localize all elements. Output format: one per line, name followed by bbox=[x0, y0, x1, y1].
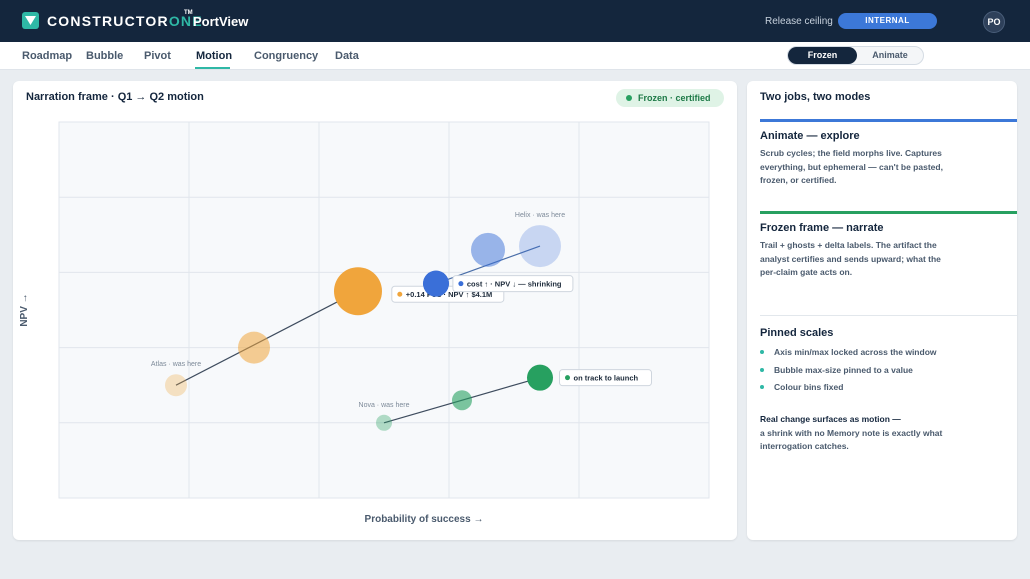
bullet-icon bbox=[760, 368, 764, 372]
frozen-section-title: Frozen frame — narrate bbox=[760, 222, 884, 234]
bullet-icon bbox=[760, 385, 764, 389]
tab-congruency[interactable]: Congruency bbox=[254, 50, 318, 62]
release-ceiling-label: Release ceiling bbox=[765, 16, 833, 27]
bullet-icon bbox=[760, 350, 764, 354]
list-item-text: Colour bins fixed bbox=[774, 382, 844, 392]
animate-section-rule bbox=[760, 119, 1017, 122]
modes-explainer-panel: Two jobs, two modes Animate — explore Sc… bbox=[747, 81, 1017, 540]
animate-section-body: Scrub cycles; the field morphs live. Cap… bbox=[760, 148, 943, 185]
closing-note-lead: Real change surfaces as motion — bbox=[760, 414, 901, 424]
tab-bubble[interactable]: Bubble bbox=[86, 50, 123, 62]
list-item-text: Axis min/max locked across the window bbox=[774, 347, 937, 357]
nova-delta-dot bbox=[565, 375, 570, 381]
narration-frame-panel: Narration frame · Q1 → Q2 motion Frozen … bbox=[13, 81, 737, 540]
animate-mode-button[interactable]: Animate bbox=[857, 47, 923, 64]
atlas-ghost-bubble-2 bbox=[238, 331, 270, 364]
x-axis-label: Probability of success → bbox=[365, 514, 484, 525]
brand-main: CONSTRUCTOR bbox=[47, 13, 169, 29]
tab-data[interactable]: Data bbox=[335, 50, 359, 62]
mode-toggle: Frozen Animate bbox=[787, 46, 924, 65]
logo-mark-icon bbox=[22, 12, 39, 29]
brand-logo: CONSTRUCTORONE bbox=[47, 13, 203, 29]
animate-section-title: Animate — explore bbox=[760, 130, 860, 142]
side-panel-title: Two jobs, two modes bbox=[760, 91, 871, 103]
nova-ghost-bubble-1 bbox=[376, 414, 392, 431]
frozen-section-rule bbox=[760, 211, 1017, 214]
section-divider bbox=[760, 315, 1017, 316]
closing-note-body: a shrink with no Memory note is exactly … bbox=[760, 427, 943, 452]
tab-pivot[interactable]: Pivot bbox=[144, 50, 171, 62]
atlas-ghost-bubble-1 bbox=[165, 374, 187, 397]
helix-ghost-bubble-1 bbox=[519, 225, 561, 268]
helix-ghost-label: Helix · was here bbox=[515, 212, 565, 219]
y-axis-label: NPV → bbox=[19, 293, 30, 326]
nova-ghost-bubble-2 bbox=[452, 390, 472, 411]
helix-delta-dot bbox=[458, 281, 464, 287]
nova-ghost-label: Nova · was here bbox=[359, 402, 410, 409]
pinned-scales-title: Pinned scales bbox=[760, 327, 834, 339]
helix-ghost-bubble-2 bbox=[471, 232, 505, 267]
active-tab-indicator bbox=[195, 67, 230, 69]
atlas-delta-dot bbox=[397, 291, 403, 297]
tab-motion[interactable]: Motion bbox=[196, 50, 232, 62]
top-bar: CONSTRUCTORONE TM PortView Release ceili… bbox=[0, 0, 1030, 42]
nova-current-bubble[interactable] bbox=[527, 364, 553, 391]
closing-note: Real change surfaces as motion — a shrin… bbox=[760, 413, 960, 454]
motion-bubble-chart[interactable]: Probability of success → NPV → Atlas · was… bbox=[13, 81, 737, 540]
nova-delta-label: on track to launch bbox=[574, 374, 639, 383]
helix-delta-label: cost ↑ · NPV ↓ — shrinking bbox=[467, 280, 562, 289]
frozen-mode-button[interactable]: Frozen bbox=[788, 47, 857, 64]
atlas-current-bubble[interactable] bbox=[334, 267, 382, 316]
frozen-section-body: Trail + ghosts + delta labels. The artif… bbox=[760, 240, 941, 277]
atlas-ghost-label: Atlas · was here bbox=[151, 361, 201, 368]
product-name: PortView bbox=[193, 14, 249, 29]
brand-trademark: TM bbox=[184, 10, 193, 16]
user-avatar[interactable]: PO bbox=[983, 11, 1005, 33]
tab-roadmap[interactable]: Roadmap bbox=[22, 50, 72, 62]
plot-area bbox=[58, 121, 710, 499]
helix-current-bubble-overlay bbox=[423, 270, 449, 297]
release-ceiling-dropdown[interactable]: INTERNAL bbox=[838, 13, 937, 29]
list-item-text: Bubble max-size pinned to a value bbox=[774, 365, 913, 375]
